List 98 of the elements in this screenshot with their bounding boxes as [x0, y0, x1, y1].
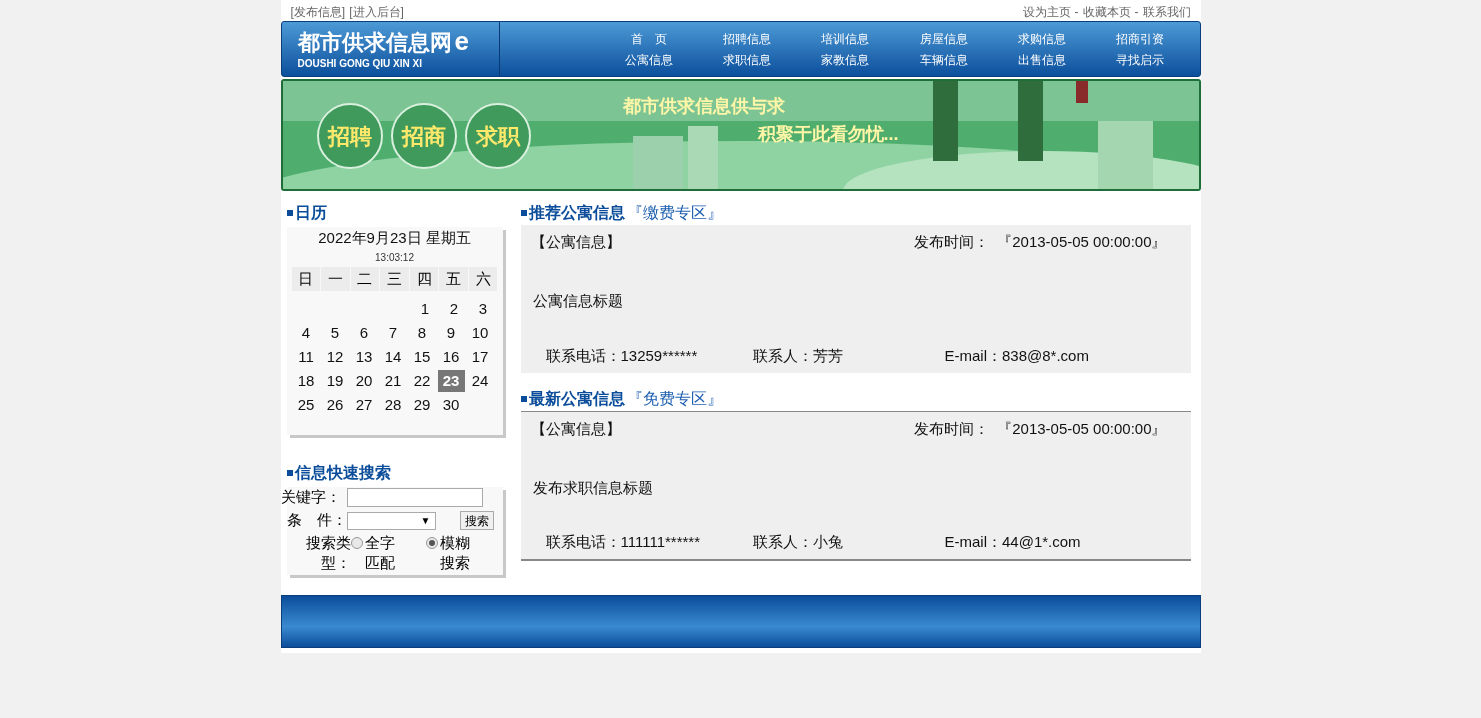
- square-bullet-icon: [286, 210, 293, 216]
- contact-phone: 联系电话：13259******: [545, 345, 699, 366]
- calendar-day[interactable]: 14: [379, 345, 407, 368]
- calendar-day[interactable]: 2: [440, 297, 468, 320]
- dropdown-arrow-icon: ▼: [420, 513, 431, 528]
- contact-person: 联系人：小兔: [752, 531, 844, 552]
- radio-label: 模糊搜索: [439, 532, 471, 573]
- top-link[interactable]: [发布信息]: [290, 3, 346, 21]
- search-button[interactable]: 搜索: [459, 511, 494, 530]
- nav-link[interactable]: 家教信息: [821, 50, 870, 69]
- calendar-day[interactable]: 12: [321, 345, 349, 368]
- calendar-date: 2022年9月23日 星期五: [317, 228, 472, 248]
- weekday-header: 二: [350, 266, 380, 291]
- banner-slogan: 积聚于此看勿忧...: [757, 123, 899, 146]
- calendar-day[interactable]: 23: [437, 369, 465, 392]
- condition-select[interactable]: ▼: [346, 511, 436, 530]
- listing-title[interactable]: 发布求职信息标题: [520, 476, 1191, 499]
- calendar-day[interactable]: 21: [379, 369, 407, 392]
- calendar-day[interactable]: 13: [350, 345, 378, 368]
- calendar-day[interactable]: 22: [408, 369, 436, 392]
- calendar-day[interactable]: 4: [292, 321, 320, 344]
- nav-link[interactable]: 出售信息: [1018, 50, 1066, 69]
- nav-link[interactable]: 寻找启示: [1116, 50, 1165, 69]
- radio-label: 全字匹配: [364, 532, 396, 573]
- weekday-header: 日: [291, 266, 321, 291]
- logo-mark: e: [454, 27, 469, 54]
- calendar-day[interactable]: 16: [437, 345, 465, 368]
- calendar-day[interactable]: 8: [408, 321, 436, 344]
- calendar-day[interactable]: 10: [466, 321, 494, 344]
- calendar-day[interactable]: 7: [379, 321, 407, 344]
- calendar-day[interactable]: 18: [292, 369, 320, 392]
- weekday-header: 六: [468, 266, 498, 291]
- section-heading: 推荐公寓信息: [528, 203, 625, 223]
- top-link[interactable]: 收藏本页: [1082, 3, 1131, 21]
- calendar-day[interactable]: 28: [379, 393, 407, 416]
- listing-title[interactable]: 公寓信息标题: [520, 289, 1191, 312]
- separator-text: -: [1134, 4, 1139, 21]
- nav-link[interactable]: 培训信息: [821, 29, 870, 48]
- calendar-day[interactable]: 26: [321, 393, 349, 416]
- banner-slogan: 都市供求信息供与求: [622, 95, 785, 118]
- calendar-day[interactable]: 15: [408, 345, 436, 368]
- field-label: 搜索类型：: [304, 532, 351, 573]
- contact-email: E-mail：838@8*.com: [944, 345, 1089, 366]
- logo-subtitle: DOUSHI GONG QIU XIN XI: [297, 56, 423, 71]
- square-bullet-icon: [286, 469, 293, 476]
- nav-link[interactable]: 求职信息: [723, 50, 771, 69]
- time-label: 发布时间：: [914, 419, 990, 439]
- publish-time: 『2013-05-05 00:00:00』: [997, 232, 1167, 252]
- calendar-day[interactable]: 5: [321, 321, 349, 344]
- contact-person: 联系人：芳芳: [752, 345, 844, 366]
- top-link[interactable]: 设为主页: [1022, 3, 1071, 21]
- top-link[interactable]: 联系我们: [1142, 3, 1191, 21]
- weekday-header: 一: [321, 266, 350, 291]
- square-bullet-icon: [520, 210, 527, 216]
- section-link[interactable]: 『缴费专区』: [626, 201, 723, 225]
- calendar-day[interactable]: 24: [466, 369, 494, 392]
- field-label: 条 件：: [286, 510, 347, 531]
- field-label: 关键字：: [280, 487, 342, 508]
- calendar-day[interactable]: 27: [350, 393, 378, 416]
- top-link[interactable]: [进入后台]: [349, 3, 404, 21]
- calendar-day[interactable]: 29: [408, 393, 436, 416]
- calendar-time: 13:03:12: [374, 250, 415, 265]
- calendar-day[interactable]: 1: [411, 297, 439, 320]
- nav-link[interactable]: 公寓信息: [624, 50, 673, 69]
- radio-option[interactable]: 模糊搜索: [425, 532, 501, 573]
- section-heading: 信息快速搜索: [294, 462, 391, 483]
- calendar-day[interactable]: 30: [437, 393, 465, 416]
- separator-text: -: [1074, 4, 1079, 21]
- publish-time: 『2013-05-05 00:00:00』: [997, 419, 1167, 439]
- nav-link[interactable]: 车辆信息: [919, 50, 968, 69]
- nav-link[interactable]: 招聘信息: [723, 29, 771, 48]
- square-bullet-icon: [520, 396, 527, 402]
- nav-link[interactable]: 首 页: [630, 29, 667, 48]
- weekday-header: 五: [439, 266, 468, 291]
- logo-title: 都市供求信息网: [297, 31, 452, 54]
- calendar-day[interactable]: 17: [466, 345, 494, 368]
- nav-link[interactable]: 求购信息: [1018, 29, 1066, 48]
- nav-link[interactable]: 房屋信息: [919, 29, 968, 48]
- weekday-header: 四: [409, 266, 439, 291]
- nav-link[interactable]: 招商引资: [1116, 29, 1165, 48]
- calendar-day[interactable]: 3: [469, 297, 497, 320]
- contact-phone: 联系电话：111111******: [545, 531, 701, 552]
- calendar-day[interactable]: 11: [292, 345, 320, 368]
- contact-email: E-mail：44@1*.com: [944, 531, 1081, 552]
- section-heading: 最新公寓信息: [528, 389, 625, 409]
- section-link[interactable]: 『免费专区』: [626, 387, 723, 411]
- listing-category: 【公寓信息】: [530, 419, 621, 439]
- time-label: 发布时间：: [914, 232, 990, 252]
- calendar-day[interactable]: 6: [350, 321, 378, 344]
- keyword-field[interactable]: [346, 488, 483, 507]
- weekday-header: 三: [380, 266, 409, 291]
- calendar-day[interactable]: 20: [350, 369, 378, 392]
- calendar-day[interactable]: 25: [292, 393, 320, 416]
- radio-option[interactable]: 全字匹配: [350, 532, 426, 573]
- calendar-day[interactable]: 19: [321, 369, 349, 392]
- listing-category: 【公寓信息】: [530, 232, 621, 252]
- section-heading: 日历: [294, 203, 327, 223]
- calendar-day[interactable]: 9: [437, 321, 465, 344]
